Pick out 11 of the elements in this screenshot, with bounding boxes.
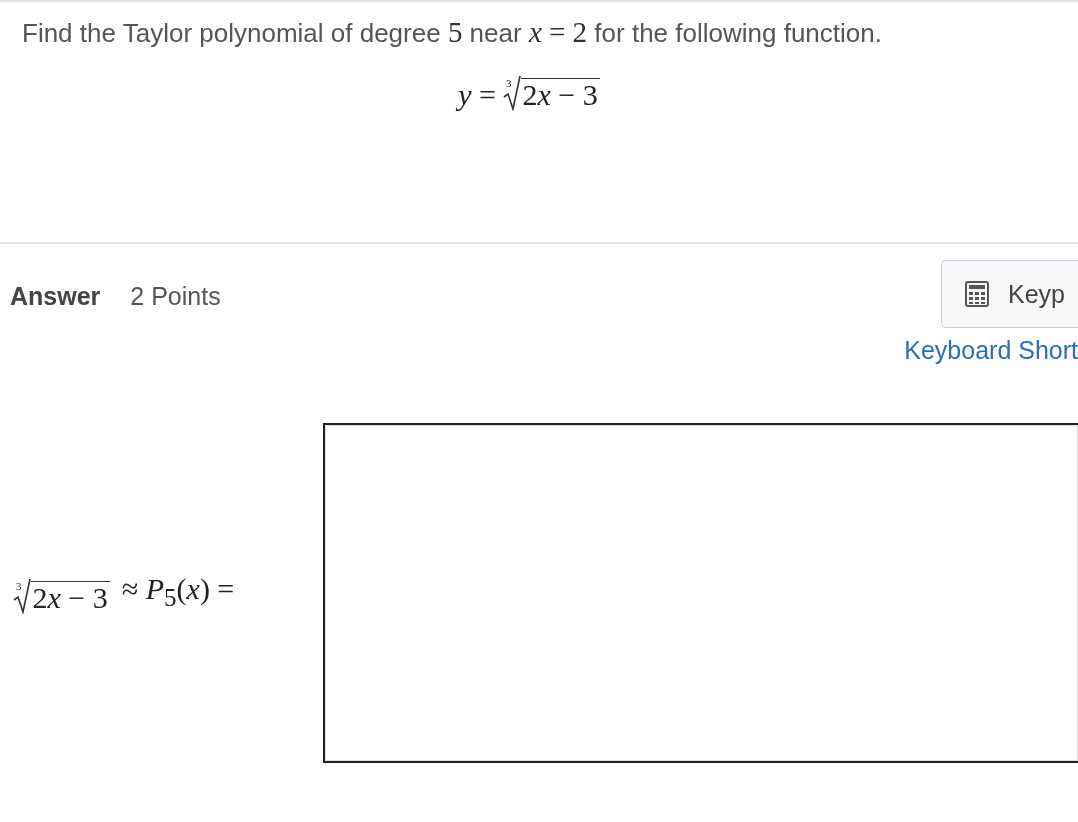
keyboard-shortcuts-link[interactable]: Keyboard Short: [904, 336, 1078, 365]
keypad-button[interactable]: Keyp: [941, 260, 1078, 328]
radical-index: 3: [506, 77, 512, 89]
formula-text: ≈ P$_{5}$(x) =: [121, 572, 235, 613]
formula-text: y =: [458, 79, 496, 111]
radicand: 2x − 3: [30, 580, 110, 614]
radical-index: 3: [16, 579, 22, 592]
points-label: 2 Points: [130, 282, 221, 311]
answer-label: Answer: [10, 282, 101, 311]
question-prompt: Find the Taylor polynomial of degree 5 near x = 2 for the following function.: [22, 16, 883, 49]
radicand: 2x − 3: [520, 78, 600, 111]
